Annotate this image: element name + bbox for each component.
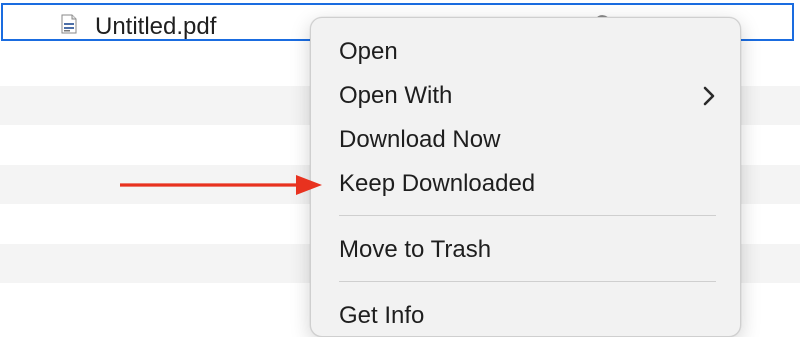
menu-item-open-with[interactable]: Open With (339, 81, 452, 111)
pdf-document-icon (61, 14, 77, 34)
menu-item-get-info[interactable]: Get Info (339, 301, 424, 331)
chevron-right-icon (703, 86, 715, 106)
menu-item-open[interactable]: Open (339, 37, 398, 67)
menu-item-move-to-trash[interactable]: Move to Trash (339, 235, 491, 265)
annotation-arrow-icon (120, 175, 322, 195)
menu-item-download-now[interactable]: Download Now (339, 125, 500, 155)
menu-separator (339, 281, 716, 282)
menu-separator (339, 215, 716, 216)
file-name: Untitled.pdf (95, 13, 217, 40)
context-menu: Open Open With Download Now Keep Downloa… (310, 17, 741, 337)
menu-item-keep-downloaded[interactable]: Keep Downloaded (339, 169, 535, 199)
